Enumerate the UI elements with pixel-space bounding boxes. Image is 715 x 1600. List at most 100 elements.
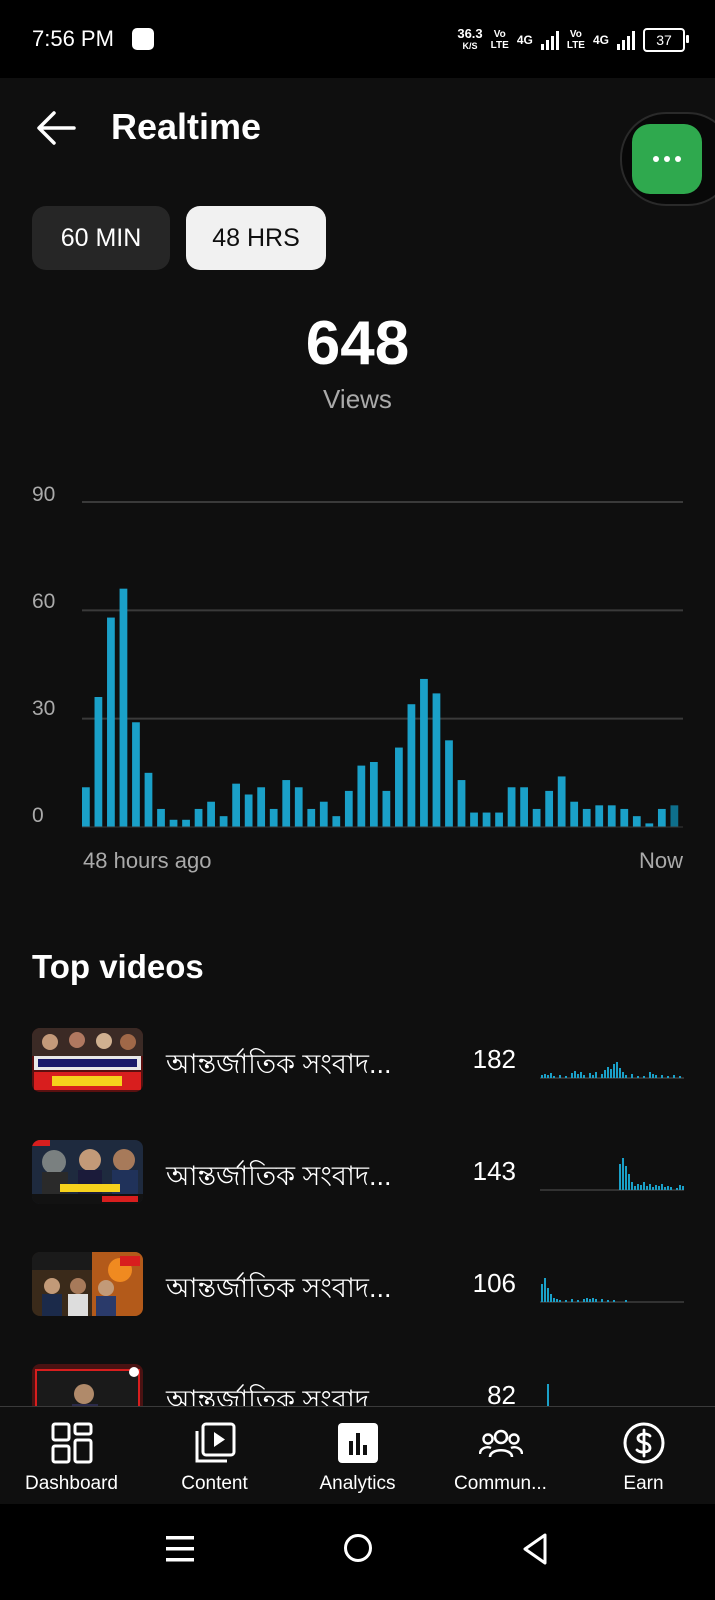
- views-chart: 90 60 30 0 48 hours ago Now: [0, 470, 715, 890]
- arrow-left-icon: [37, 111, 76, 145]
- speed-value: 36.3: [457, 26, 483, 41]
- chart-bar: [482, 812, 491, 827]
- chart-bar: [182, 819, 190, 827]
- total-views: 648: [305, 309, 410, 378]
- chart-bar: [294, 787, 303, 827]
- status-time: 7:56 PM: [32, 26, 114, 51]
- chart-bar: [520, 787, 528, 827]
- community-icon: [478, 1429, 523, 1458]
- chart-bar: [445, 740, 453, 827]
- battery-icon: 37: [643, 28, 689, 52]
- video-title: আন্তর্জাতিক সংবাদ...: [166, 1273, 392, 1303]
- chart-bar: [307, 808, 316, 827]
- back-nav-icon[interactable]: [520, 1532, 550, 1566]
- chart-bar: [244, 794, 253, 827]
- volte-label-2: Vo: [569, 29, 582, 40]
- video-thumbnail: [32, 1252, 143, 1316]
- x-start-label: 48 hours ago: [83, 848, 212, 873]
- chart-bar: [395, 747, 403, 827]
- chart-plot: [82, 501, 683, 828]
- notification-icon: [132, 28, 154, 50]
- chart-bar: [269, 808, 278, 827]
- chart-bar: [470, 812, 478, 827]
- chart-bar: [257, 787, 266, 827]
- chart-bar: [507, 787, 516, 827]
- chart-bar: [107, 617, 115, 827]
- chart-bar: [219, 816, 228, 827]
- chart-bar: [132, 722, 140, 827]
- video-views: 143: [472, 1156, 516, 1186]
- menu-icon[interactable]: [166, 1534, 194, 1564]
- chart-bar: [607, 805, 616, 827]
- chart-bar: [382, 790, 391, 827]
- status-indicators: 36.3 K/S Vo LTE 4G Vo LTE 4G 37: [457, 24, 689, 56]
- video-thumbnail: [32, 1028, 143, 1092]
- chart-bar: [94, 697, 103, 827]
- nav-label: Dashboard: [25, 1473, 118, 1494]
- nav-content[interactable]: Content: [143, 1407, 286, 1505]
- chart-bar: [670, 805, 679, 827]
- chart-bar: [82, 787, 90, 827]
- battery-level: 37: [656, 32, 672, 48]
- chart-bar: [157, 808, 165, 827]
- chart-bar: [194, 808, 203, 827]
- volte-icon-2: Vo LTE: [567, 29, 585, 51]
- nav-community[interactable]: Commun...: [429, 1407, 572, 1505]
- chart-bar: [620, 808, 629, 827]
- more-button[interactable]: [632, 124, 702, 194]
- nav-dashboard[interactable]: Dashboard: [0, 1407, 143, 1505]
- floating-menu: [620, 112, 715, 206]
- chart-bar: [532, 808, 541, 827]
- network-speed: 36.3 K/S: [457, 26, 483, 52]
- chart-bar: [457, 780, 466, 827]
- chart-bar: [207, 801, 215, 827]
- chart-bar: [632, 816, 641, 827]
- top-videos-title: Top videos: [32, 948, 204, 985]
- video-thumbnail: [32, 1140, 143, 1204]
- total-views-label: Views: [323, 384, 392, 414]
- more-horizontal-icon: [653, 156, 659, 162]
- chart-bar: [495, 812, 503, 827]
- volte-icon: Vo LTE: [491, 29, 509, 51]
- video-sparkline: [540, 1158, 684, 1191]
- chart-bar: [557, 776, 566, 827]
- chart-bar: [282, 780, 291, 827]
- chart-bar: [144, 772, 153, 827]
- chart-bar: [570, 801, 579, 827]
- chart-bar: [582, 808, 591, 827]
- video-row[interactable]: আন্তর্জাতিক সংবাদ... 182: [0, 1028, 715, 1098]
- nav-earn[interactable]: Earn: [572, 1407, 715, 1505]
- page-title: Realtime: [111, 106, 262, 147]
- dashboard-icon: [51, 1422, 92, 1464]
- video-sparkline: [540, 1278, 684, 1303]
- page-header: Realtime: [0, 78, 715, 206]
- chart-bar: [344, 790, 353, 827]
- chart-bar: [119, 588, 128, 827]
- status-bar: 7:56 PM 36.3 K/S Vo LTE 4G Vo LTE 4G 37: [0, 0, 715, 78]
- earn-icon: [623, 1422, 664, 1464]
- system-navigation: [0, 1504, 715, 1600]
- video-title: আন্তর্জাতিক সংবাদ...: [166, 1161, 392, 1191]
- chart-bar: [407, 704, 416, 827]
- video-views: 182: [472, 1044, 516, 1074]
- home-icon[interactable]: [342, 1532, 374, 1564]
- tab-60-min[interactable]: 60 MIN: [32, 206, 170, 270]
- network-type-2: 4G: [592, 33, 609, 47]
- chart-bar: [169, 819, 178, 827]
- nav-label: Analytics: [319, 1473, 396, 1494]
- chart-bar: [319, 801, 328, 827]
- volte-label: Vo: [493, 29, 506, 40]
- speed-unit: K/S: [462, 41, 478, 51]
- network-type: 4G: [516, 33, 533, 47]
- back-button[interactable]: [34, 108, 78, 148]
- chart-bar: [332, 816, 341, 827]
- chart-bar: [645, 823, 654, 827]
- chart-bar: [357, 765, 366, 827]
- video-row[interactable]: আন্তর্জাতিক সংবাদ... 143: [0, 1140, 715, 1210]
- nav-analytics[interactable]: Analytics: [286, 1407, 429, 1505]
- chart-bar: [545, 790, 554, 827]
- x-end-label: Now: [638, 848, 683, 873]
- video-row[interactable]: আন্তর্জাতিক সংবাদ... 106: [0, 1252, 715, 1322]
- tab-48-hrs[interactable]: 48 HRS: [186, 206, 326, 270]
- video-sparkline: [540, 1062, 684, 1079]
